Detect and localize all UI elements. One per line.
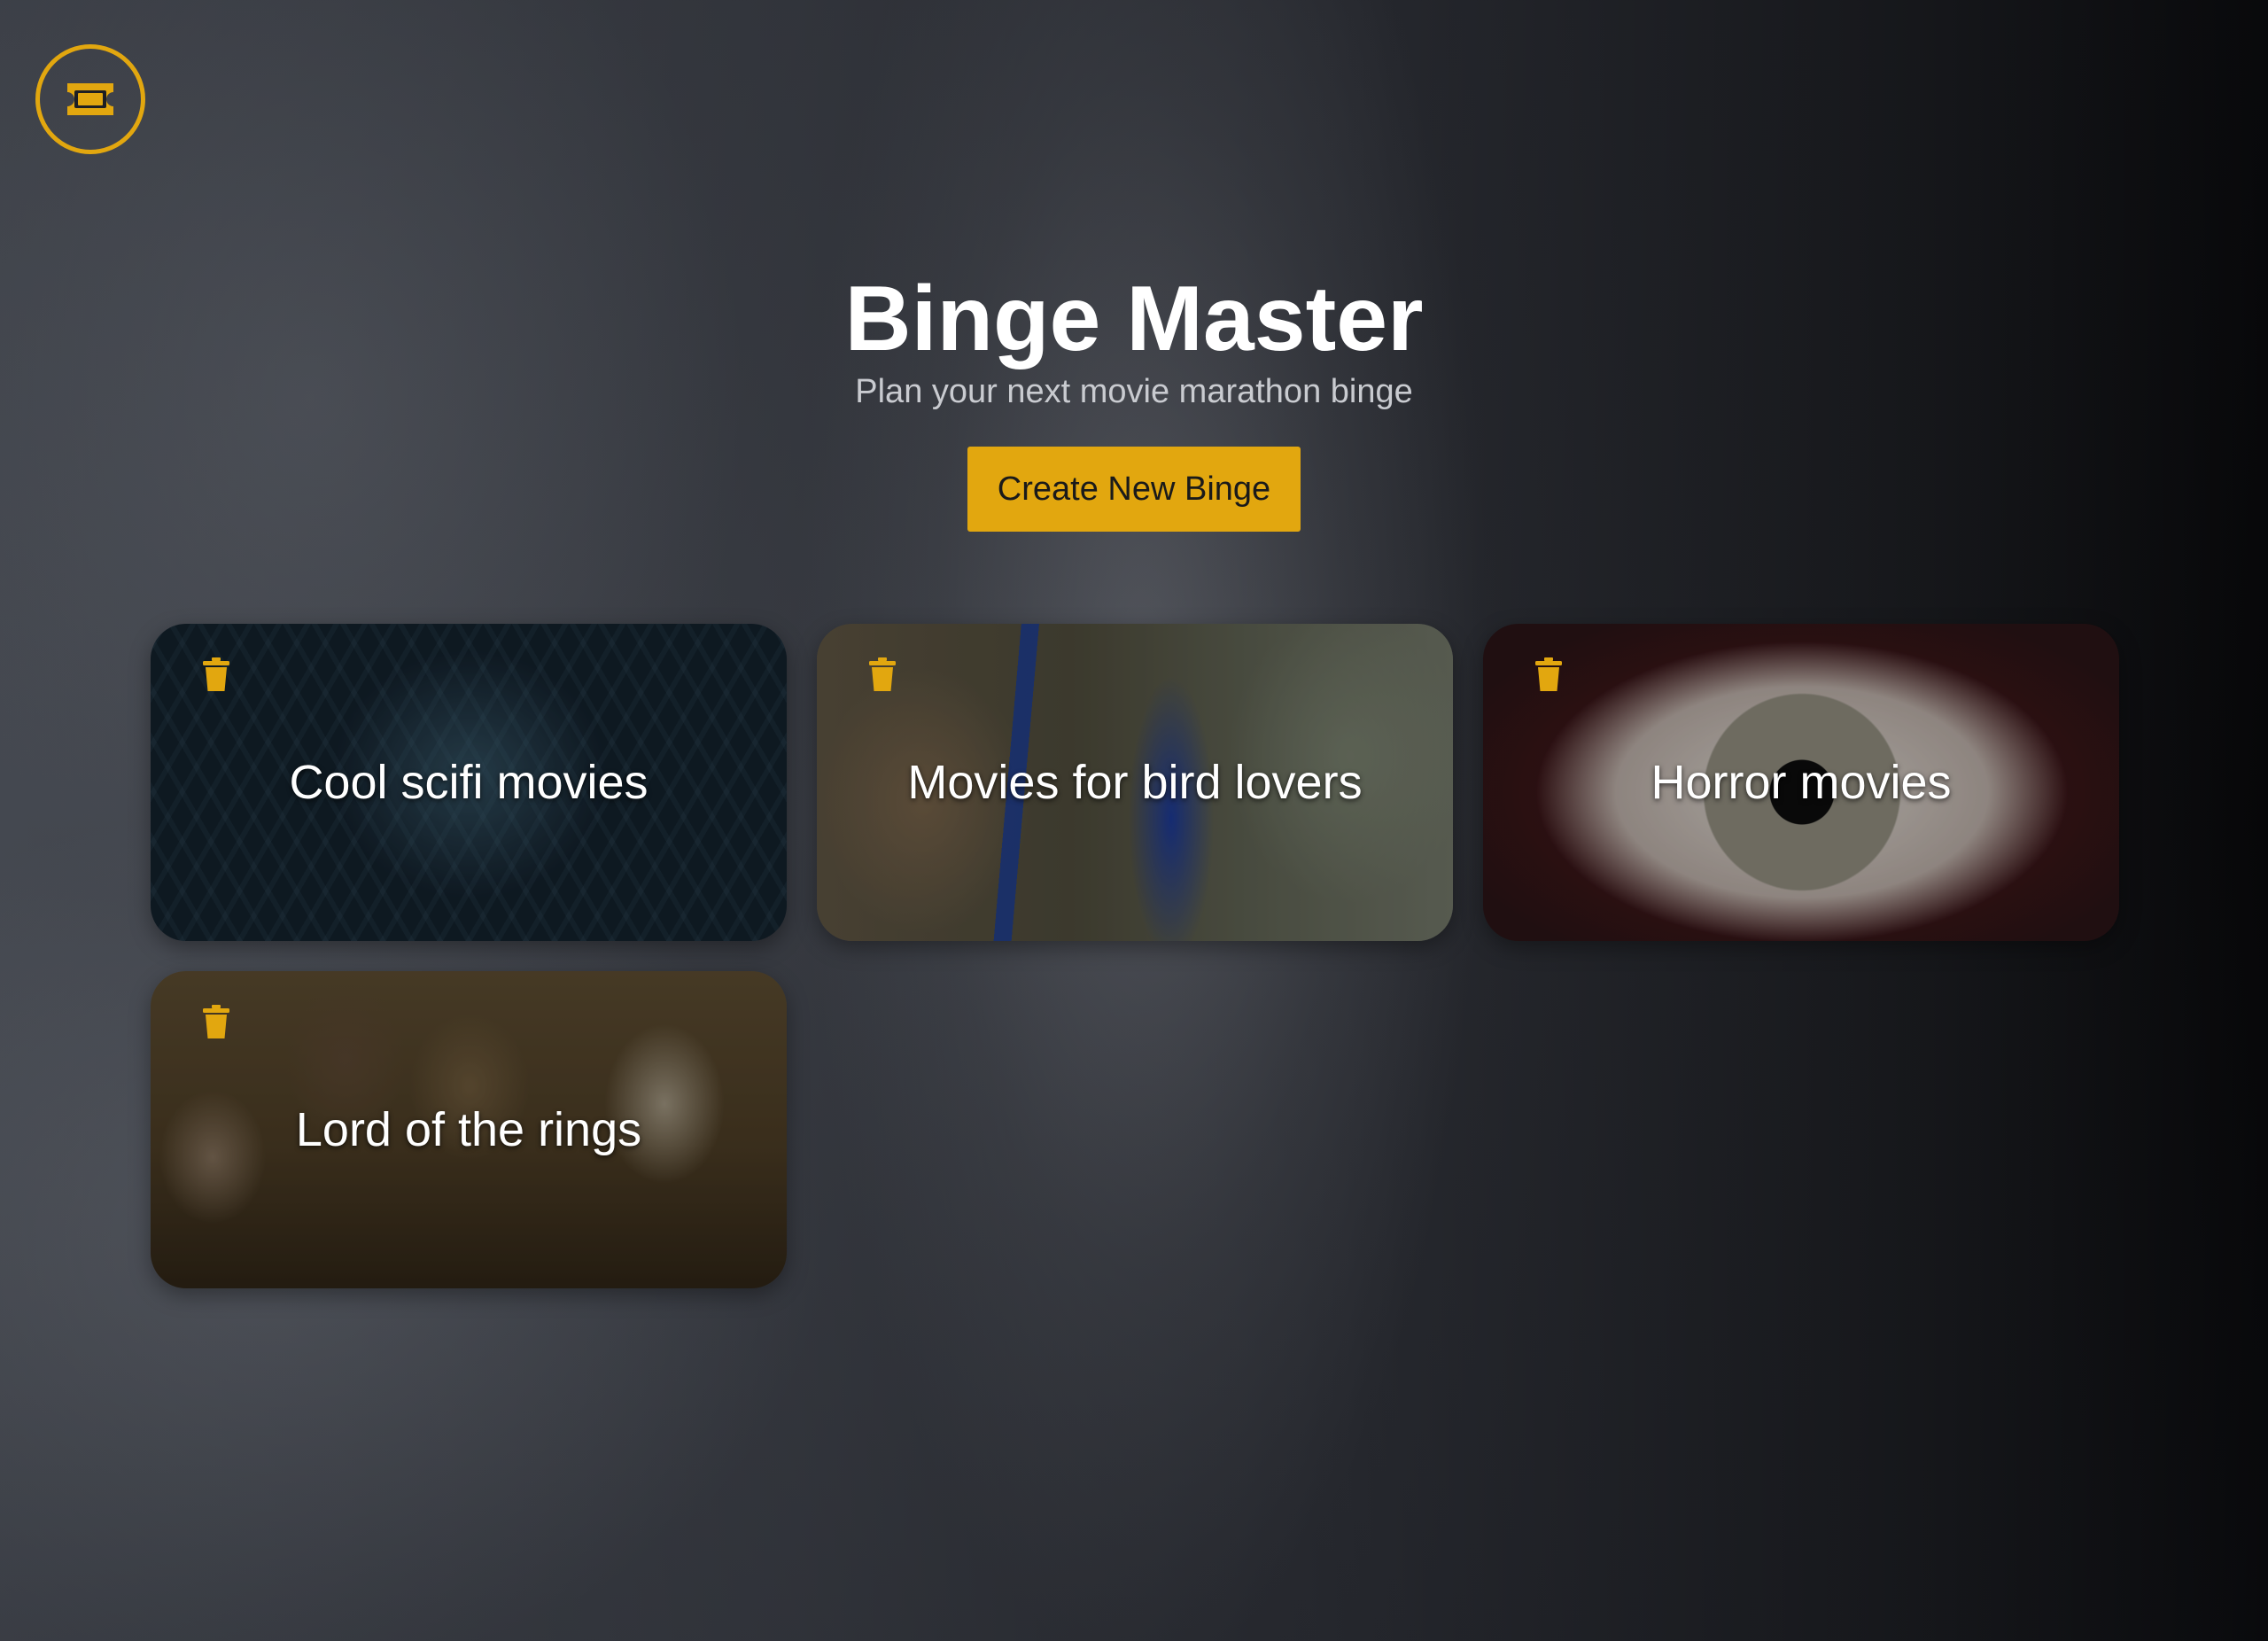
logo-button[interactable]: [35, 44, 145, 154]
binge-grid: Cool scifi movies Movies for bird lovers…: [151, 624, 2119, 1288]
trash-icon[interactable]: [1534, 657, 1563, 691]
hero-section: Binge Master Plan your next movie marath…: [0, 266, 2268, 532]
trash-icon[interactable]: [202, 657, 230, 691]
binge-card-title: Movies for bird lovers: [907, 756, 1363, 809]
trash-icon[interactable]: [202, 1005, 230, 1038]
binge-card[interactable]: Cool scifi movies: [151, 624, 787, 941]
trash-icon[interactable]: [868, 657, 897, 691]
page-title: Binge Master: [844, 268, 1424, 370]
create-binge-button[interactable]: Create New Binge: [967, 447, 1301, 532]
binge-card[interactable]: Horror movies: [1483, 624, 2119, 941]
ticket-icon: [67, 83, 113, 115]
binge-card-title: Cool scifi movies: [289, 756, 649, 809]
page-subtitle: Plan your next movie marathon binge: [855, 373, 1413, 410]
binge-card[interactable]: Lord of the rings: [151, 971, 787, 1288]
binge-card-title: Lord of the rings: [295, 1103, 642, 1156]
binge-card[interactable]: Movies for bird lovers: [817, 624, 1453, 941]
binge-card-title: Horror movies: [1651, 756, 1952, 809]
